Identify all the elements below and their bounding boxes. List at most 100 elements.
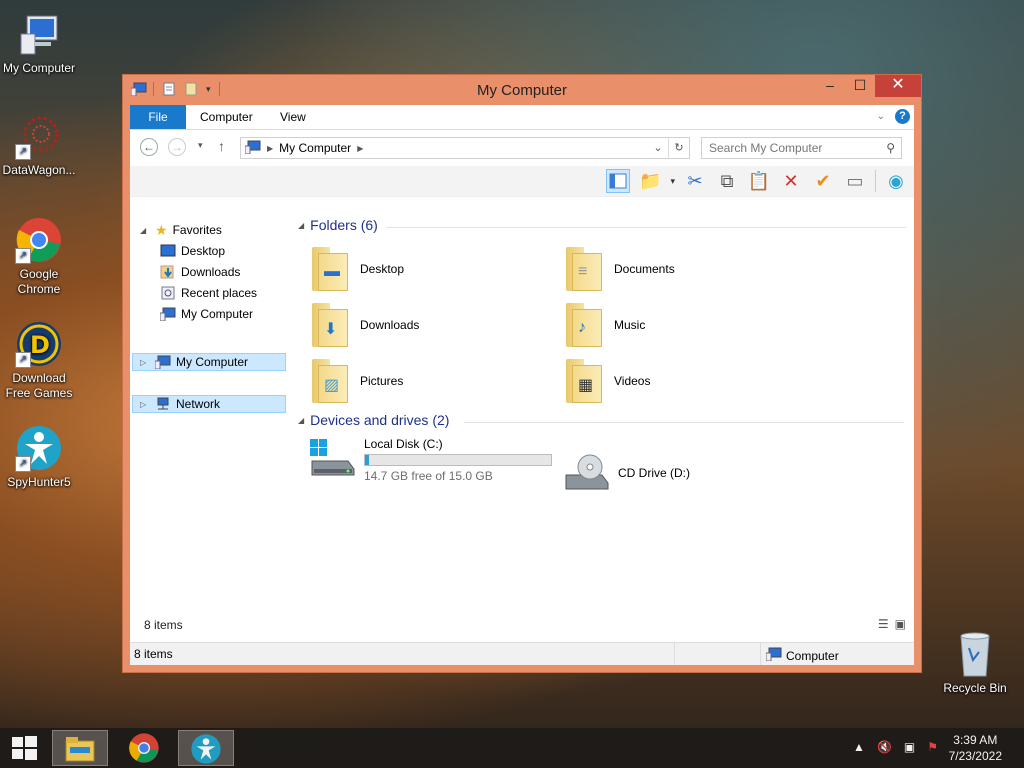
desktop-icon-chrome[interactable]: ↗ Google Chrome xyxy=(0,216,78,297)
desktop-icon-download-free-games[interactable]: D ↗ Download Free Games xyxy=(0,320,78,401)
forward-button[interactable]: → xyxy=(168,138,186,156)
properties-icon[interactable]: ▭ xyxy=(843,169,867,193)
drive-cd-d[interactable]: CD Drive (D:) xyxy=(562,453,690,493)
back-button[interactable]: ← xyxy=(140,138,158,156)
desktop-folder-icon: ▬ xyxy=(310,247,352,291)
desktop-icon-my-computer[interactable]: My Computer xyxy=(0,10,78,76)
clock-time: 3:39 AM xyxy=(953,733,998,747)
nav-item-recent-places[interactable]: Recent places xyxy=(160,283,257,303)
expand-arrow-icon[interactable]: ◢ xyxy=(140,226,150,235)
taskbar-file-explorer[interactable] xyxy=(52,730,108,766)
nav-item-network[interactable]: ▷ Network xyxy=(140,394,220,414)
chrome-icon: ↗ xyxy=(15,216,63,264)
globe-icon[interactable]: ◉ xyxy=(884,169,908,193)
tab-computer[interactable]: Computer xyxy=(200,105,253,129)
address-input[interactable]: ▶ My Computer ▶ ⌄ ↻ xyxy=(240,137,690,159)
breadcrumb[interactable]: My Computer xyxy=(279,141,351,155)
select-folder-icon[interactable]: 📁 xyxy=(638,169,662,193)
minimize-button[interactable]: – xyxy=(815,75,845,97)
maximize-button[interactable]: ☐ xyxy=(845,75,875,97)
chevron-down-icon[interactable]: ▾ xyxy=(670,176,675,187)
taskbar-spyhunter[interactable] xyxy=(178,730,234,766)
folder-desktop[interactable]: ▬ Desktop xyxy=(310,247,404,291)
desktop-icon-recycle-bin[interactable]: Recycle Bin xyxy=(936,630,1014,696)
collapse-arrow-icon[interactable]: ◢ xyxy=(298,221,304,230)
folder-music[interactable]: ♪ Music xyxy=(564,303,645,347)
recent-places-icon xyxy=(160,286,176,300)
nav-label: Downloads xyxy=(181,265,241,279)
refresh-icon[interactable]: ↻ xyxy=(668,138,689,158)
window-body: File Computer View ⌄ ? ← → ▾ ↑ ▶ My Comp… xyxy=(130,105,914,665)
title-bar[interactable]: ▾ My Computer – ☐ ✕ xyxy=(123,75,921,105)
expand-arrow-icon[interactable]: ▷ xyxy=(140,400,150,409)
nav-item-my-computer[interactable]: ▷ My Computer xyxy=(140,352,248,372)
navigation-pane: ◢ ★ Favorites Desktop Downloads Recent p… xyxy=(130,222,290,635)
documents-folder-icon: ≡ xyxy=(564,247,606,291)
rename-check-icon[interactable]: ✔ xyxy=(811,169,835,193)
nav-label: My Computer xyxy=(181,307,254,321)
nav-item-downloads[interactable]: Downloads xyxy=(160,262,240,282)
nav-item-desktop[interactable]: Desktop xyxy=(160,241,225,261)
drive-local-disk-c[interactable]: Local Disk (C:) 14.7 GB free of 15.0 GB xyxy=(308,437,552,483)
tab-view[interactable]: View xyxy=(280,105,306,129)
hard-drive-icon xyxy=(308,437,356,477)
drive-name: CD Drive (D:) xyxy=(618,466,690,480)
chevron-right-icon[interactable]: ▶ xyxy=(357,144,363,153)
taskbar-chrome[interactable] xyxy=(116,730,172,766)
nav-item-my-computer-fav[interactable]: My Computer xyxy=(159,304,254,324)
folder-pictures[interactable]: ▨ Pictures xyxy=(310,359,403,403)
folder-downloads[interactable]: ⬇ Downloads xyxy=(310,303,419,347)
search-input[interactable]: Search My Computer ⚲ xyxy=(701,137,902,159)
start-button[interactable] xyxy=(0,730,48,766)
paste-icon[interactable]: 📋 xyxy=(747,169,771,193)
star-icon: ★ xyxy=(155,221,168,238)
network-status-icon[interactable]: ▣ xyxy=(904,740,915,754)
folder-videos[interactable]: ▦ Videos xyxy=(564,359,650,403)
content-pane: ◢ Folders (6) ▬ Desktop ≡ Documents ⬇ Do… xyxy=(298,217,914,635)
computer-small-icon xyxy=(159,307,176,322)
svg-text:D: D xyxy=(30,331,50,359)
up-arrow-icon[interactable]: ↑ xyxy=(218,138,225,154)
group-divider xyxy=(386,227,906,228)
desktop-icon-spyhunter[interactable]: ↗ SpyHunter5 xyxy=(0,424,78,490)
system-clock[interactable]: 3:39 AM 7/23/2022 xyxy=(949,732,1002,764)
tab-file[interactable]: File xyxy=(130,105,186,129)
details-view-icon[interactable]: ☰ xyxy=(878,617,889,631)
command-toolbar: 📁 ▾ ✂ ⧉ 📋 ✕ ✔ ▭ ◉ xyxy=(130,166,914,197)
collapse-arrow-icon[interactable]: ◢ xyxy=(298,416,304,425)
drive-usage-fill xyxy=(365,455,369,465)
close-button[interactable]: ✕ xyxy=(875,75,921,97)
computer-small-icon xyxy=(244,140,261,157)
windows-logo-icon xyxy=(12,736,37,760)
desktop-icon-label: Google Chrome xyxy=(17,267,61,296)
help-icon[interactable]: ? xyxy=(895,109,910,124)
cd-drive-icon xyxy=(562,453,610,493)
folder-documents[interactable]: ≡ Documents xyxy=(564,247,675,291)
nav-favorites[interactable]: ◢ ★ Favorites xyxy=(140,220,222,240)
recent-locations-icon[interactable]: ▾ xyxy=(198,140,203,151)
address-bar-row: ← → ▾ ↑ ▶ My Computer ▶ ⌄ ↻ Search My Co… xyxy=(130,130,914,166)
devices-group-header[interactable]: ◢ Devices and drives (2) xyxy=(298,412,904,428)
navigation-pane-icon[interactable] xyxy=(606,169,631,193)
folder-label: Videos xyxy=(614,374,651,388)
expand-arrow-icon[interactable]: ▷ xyxy=(140,358,150,367)
action-center-icon[interactable]: ⚑ xyxy=(927,740,938,754)
folder-label: Music xyxy=(614,318,646,332)
expand-ribbon-icon[interactable]: ⌄ xyxy=(877,111,885,122)
show-hidden-icons-icon[interactable]: ▲ xyxy=(853,740,865,754)
folders-group-header[interactable]: ◢ Folders (6) xyxy=(298,217,906,233)
volume-muted-icon[interactable]: 🔇 xyxy=(877,740,892,754)
downloads-folder-icon: ⬇ xyxy=(310,303,352,347)
downloads-icon xyxy=(160,265,176,279)
address-dropdown-icon[interactable]: ⌄ xyxy=(648,138,668,158)
status-location: Computer xyxy=(786,648,839,663)
copy-icon[interactable]: ⧉ xyxy=(715,169,739,193)
large-icons-view-icon[interactable]: ▣ xyxy=(895,617,906,631)
computer-icon xyxy=(15,10,63,58)
cut-icon[interactable]: ✂ xyxy=(683,169,707,193)
drive-usage-bar xyxy=(364,454,552,466)
delete-icon[interactable]: ✕ xyxy=(779,169,803,193)
group-divider xyxy=(464,422,904,423)
desktop-icon-datawagon[interactable]: ↗ DataWagon... xyxy=(0,112,78,178)
search-icon: ⚲ xyxy=(886,141,895,155)
